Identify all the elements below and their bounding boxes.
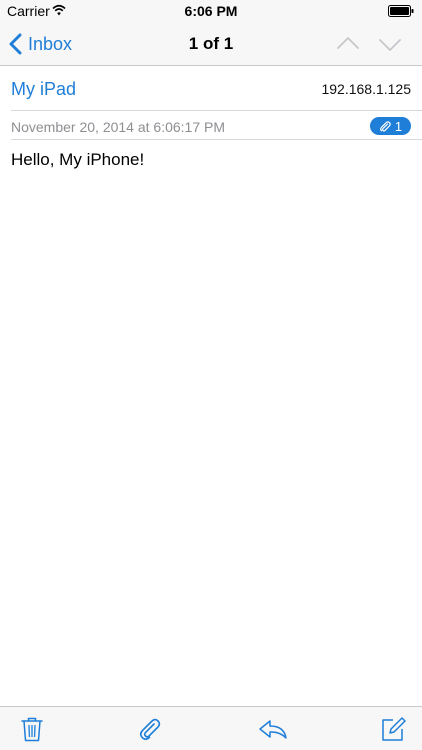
message-body: Hello, My iPhone! — [11, 150, 145, 169]
sender-address: 192.168.1.125 — [321, 81, 411, 97]
status-bar: Carrier 6:06 PM — [0, 0, 422, 22]
reply-icon[interactable] — [258, 716, 288, 742]
compose-icon[interactable] — [380, 716, 406, 742]
date-row: November 20, 2014 at 6:06:17 PM 1 — [11, 111, 422, 140]
message-date: November 20, 2014 at 6:06:17 PM — [11, 119, 226, 135]
attachment-count: 1 — [394, 118, 403, 134]
navigation-bar: Inbox 1 of 1 — [0, 22, 422, 66]
attachment-badge[interactable]: 1 — [370, 117, 411, 135]
mail-message-screen: Carrier 6:06 PM Inbox 1 of 1 My iPad 192… — [0, 0, 422, 750]
paperclip-icon — [379, 120, 391, 132]
sender-name[interactable]: My iPad — [11, 79, 76, 100]
status-time: 6:06 PM — [184, 3, 238, 19]
sender-row: My iPad 192.168.1.125 — [11, 66, 422, 111]
battery-icon — [388, 5, 414, 17]
chevron-down-icon[interactable] — [378, 34, 402, 54]
bottom-toolbar — [0, 706, 422, 750]
trash-icon[interactable] — [19, 716, 45, 742]
paperclip-icon[interactable] — [137, 716, 163, 742]
chevron-up-icon[interactable] — [336, 34, 360, 54]
